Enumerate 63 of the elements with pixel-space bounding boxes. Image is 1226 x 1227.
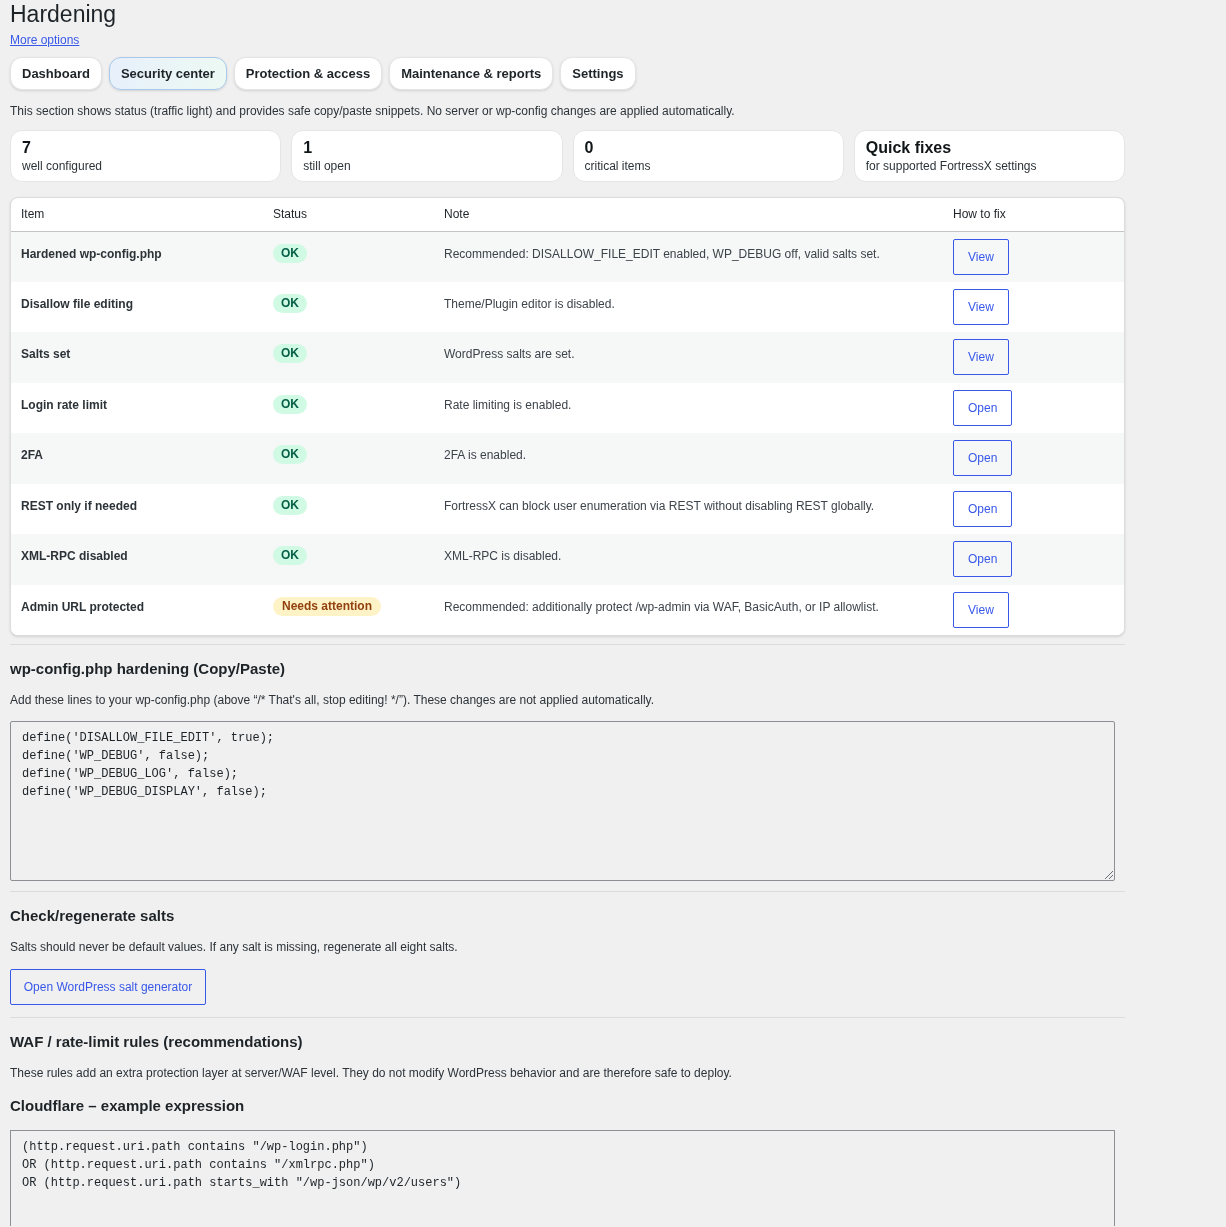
- fix-button[interactable]: Open: [953, 389, 1013, 426]
- note-text: Recommended: DISALLOW_FILE_EDIT enabled, WP_DEBUG off, valid salts set.: [444, 246, 880, 261]
- column-header: How to fix: [943, 198, 1124, 231]
- stat-value: 7: [22, 138, 31, 158]
- fix-button[interactable]: Open: [953, 440, 1013, 476]
- fix-button[interactable]: View: [953, 288, 1009, 325]
- nav-tab[interactable]: Dashboard: [10, 57, 102, 90]
- item-name: REST only if needed: [21, 498, 137, 513]
- fix-button[interactable]: View: [953, 238, 1009, 275]
- page-title: Hardening: [10, 0, 117, 29]
- section-description: These rules add an extra protection layer at server/WAF level. They do not modify WordPress behavior and are therefore safe to deploy.: [10, 1065, 732, 1081]
- status-badge: OK: [273, 394, 307, 414]
- code-textarea[interactable]: define('DISALLOW_FILE_EDIT', true); define('WP_DEBUG', false); define('WP_DEBUG_LOG', false); define('WP_DEBUG_DISPLAY', false);: [10, 721, 1115, 881]
- item-name: Admin URL protected: [21, 599, 145, 614]
- stat-value: Quick fixes: [865, 138, 952, 158]
- note-text: XML-RPC is disabled.: [444, 549, 562, 563]
- note-text: Rate limiting is enabled.: [444, 397, 572, 412]
- stat-label: still open: [303, 158, 351, 174]
- column-header: Status: [263, 198, 434, 231]
- status-badge: OK: [273, 495, 307, 515]
- item-name: 2FA: [21, 448, 43, 462]
- fix-button[interactable]: Open: [953, 541, 1013, 577]
- fix-button[interactable]: Open: [953, 490, 1013, 527]
- salt-generator-button[interactable]: Open WordPress salt generator: [10, 969, 206, 1005]
- item-name: Salts set: [21, 347, 71, 361]
- column-header: Item: [11, 198, 263, 231]
- section-heading: Check/regenerate salts: [10, 906, 175, 926]
- column-header: Note: [434, 198, 943, 231]
- stat-value: 0: [584, 138, 594, 158]
- note-text: FortressX can block user enumeration via REST without disabling REST globally.: [444, 498, 875, 513]
- resize-handle-icon[interactable]: [1105, 871, 1113, 879]
- item-name: Hardened wp-config.php: [21, 246, 162, 261]
- status-badge: OK: [273, 445, 307, 464]
- status-badge: OK: [273, 293, 307, 313]
- status-badge: Needs attention: [273, 596, 381, 616]
- item-name: XML-RPC disabled: [21, 549, 128, 563]
- intro-text: This section shows status (traffic light) and provides safe copy/paste snippets. No server or wp-config changes are applied automatically.: [10, 103, 735, 119]
- note-text: Recommended: additionally protect /wp-admin via WAF, BasicAuth, or IP allowlist.: [444, 599, 879, 614]
- stat-label: well configured: [22, 158, 103, 174]
- nav-tab[interactable]: Settings: [560, 57, 636, 90]
- fix-button[interactable]: View: [953, 339, 1009, 375]
- note-text: 2FA is enabled.: [444, 448, 527, 462]
- more-options-link[interactable]: More options: [10, 33, 80, 47]
- status-badge: OK: [273, 344, 307, 363]
- status-badge: OK: [273, 546, 307, 565]
- stat-label: for supported FortressX settings: [865, 158, 1037, 174]
- nav-tab[interactable]: Maintenance & reports: [389, 57, 554, 90]
- nav-tab[interactable]: Protection & access: [233, 57, 383, 90]
- stat-label: critical items: [584, 158, 651, 174]
- section-description: Add these lines to your wp-config.php (above “/* That's all, stop editing! */”). These changes are not applied automatically.: [10, 692, 654, 708]
- subsection-heading: Cloudflare – example expression: [10, 1096, 245, 1116]
- item-name: Login rate limit: [21, 397, 107, 412]
- item-name: Disallow file editing: [21, 296, 133, 311]
- code-textarea[interactable]: (http.request.uri.path contains "/wp-login.php") OR (http.request.uri.path contains "/xmlrpc.php") OR (http.request.uri.path starts_with "/wp-json/wp/v2/users"): [10, 1130, 1115, 1226]
- stat-value: 1: [303, 138, 313, 158]
- note-text: Theme/Plugin editor is disabled.: [444, 296, 615, 311]
- fix-button[interactable]: View: [953, 591, 1009, 628]
- status-badge: OK: [273, 243, 307, 263]
- nav-tab[interactable]: Security center: [108, 57, 227, 90]
- note-text: WordPress salts are set.: [444, 347, 575, 361]
- section-heading: wp-config.php hardening (Copy/Paste): [10, 659, 285, 679]
- section-description: Salts should never be default values. If any salt is missing, regenerate all eight salts.: [10, 939, 458, 955]
- section-heading: WAF / rate-limit rules (recommendations): [10, 1032, 303, 1052]
